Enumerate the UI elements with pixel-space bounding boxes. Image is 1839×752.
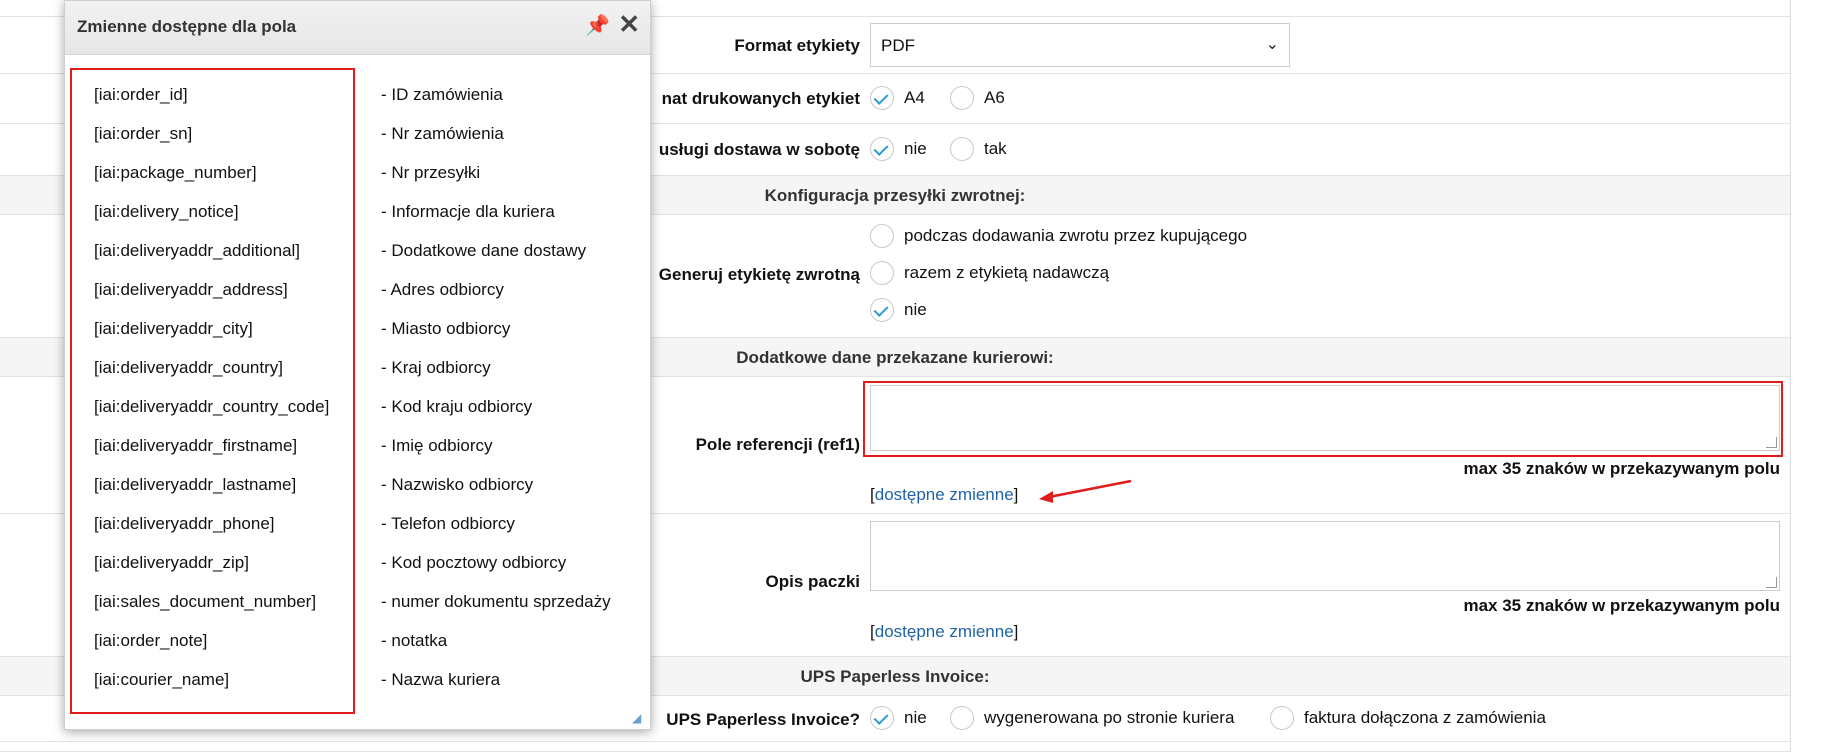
pin-icon[interactable]: 📌 [585,13,610,38]
variable-key[interactable]: [iai:deliveryaddr_phone] [94,514,275,534]
radio-unchecked-icon [950,86,974,110]
variable-description: - Kod kraju odbiorcy [381,397,533,416]
description-vars-anchor[interactable]: dostępne zmienne [875,622,1014,641]
radio-unchecked-icon [950,137,974,161]
reference-vars-link[interactable]: [dostępne zmienne] [870,485,1018,505]
variable-description: - notatka [381,631,448,650]
ups-label: UPS Paperless Invoice? [666,710,860,729]
variable-key[interactable]: [iai:order_sn] [94,124,192,144]
radio-ups-courier-label: wygenerowana po stronie kuriera [984,708,1235,727]
resize-handle-icon[interactable]: ◢ [632,711,644,725]
reference-max-note: max 35 znaków w przekazywanym polu [1463,459,1780,478]
reference-vars-anchor[interactable]: dostępne zmienne [875,485,1014,504]
radio-checked-icon [870,298,894,322]
radio-ups-attached[interactable]: faktura dołączona z zamówienia [1270,706,1546,730]
variable-key[interactable]: [iai:deliveryaddr_address] [94,280,288,300]
variable-key[interactable]: [iai:deliveryaddr_firstname] [94,436,297,456]
variable-description: - Adres odbiorcy [381,280,504,299]
variable-description: - Nr przesyłki [381,163,481,182]
radio-ups-no-label: nie [904,708,927,727]
variables-popup: Zmienne dostępne dla pola 📌 ✕ [iai:order… [64,0,651,730]
variable-description: - Nazwisko odbiorcy [381,475,534,494]
label-format-value: PDF [881,36,915,55]
label-format-select[interactable]: PDF ⌄ [870,23,1290,67]
variable-key[interactable]: [iai:deliveryaddr_zip] [94,553,249,573]
variable-description: - Telefon odbiorcy [381,514,515,533]
radio-unchecked-icon [870,224,894,248]
variable-key[interactable]: [iai:deliveryaddr_lastname] [94,475,296,495]
variable-key[interactable]: [iai:sales_document_number] [94,592,316,612]
variable-description: - Nazwa kuriera [381,670,501,689]
radio-a4[interactable]: A4 [870,86,925,110]
variable-key[interactable]: [iai:deliveryaddr_city] [94,319,253,339]
chevron-down-icon: ⌄ [1265,36,1279,53]
description-max-note: max 35 znaków w przekazywanym polu [1463,596,1780,615]
popup-title: Zmienne dostępne dla pola [77,17,297,36]
return-label: Generuj etykietę zwrotną [658,265,860,284]
description-textarea[interactable] [870,521,1780,591]
variable-description: - Dodatkowe dane dostawy [381,241,587,260]
description-label: Opis paczki [765,572,860,591]
variable-key[interactable]: [iai:deliveryaddr_additional] [94,241,300,261]
radio-ups-attached-label: faktura dołączona z zamówienia [1304,708,1546,727]
variable-description: - Imię odbiorcy [381,436,493,455]
variable-key[interactable]: [iai:package_number] [94,163,257,183]
radio-ups-no[interactable]: nie [870,706,927,730]
variable-description: - Informacje dla kuriera [381,202,555,221]
reference-label: Pole referencji (ref1) [695,435,860,454]
radio-unchecked-icon [950,706,974,730]
radio-return-with-label[interactable]: razem z etykietą nadawczą [870,261,1109,285]
variable-key[interactable]: [iai:delivery_notice] [94,202,239,222]
variable-description: - Nr zamówienia [381,124,504,143]
radio-a6[interactable]: A6 [950,86,1005,110]
radio-return-buyer[interactable]: podczas dodawania zwrotu przez kupująceg… [870,224,1247,248]
variable-description: - Kraj odbiorcy [381,358,491,377]
radio-checked-icon [870,137,894,161]
resize-grip-icon[interactable] [1766,577,1777,588]
radio-checked-icon [870,706,894,730]
radio-return-no[interactable]: nie [870,298,927,322]
variable-key[interactable]: [iai:order_id] [94,85,188,105]
radio-a4-label: A4 [904,88,925,107]
close-icon[interactable]: ✕ [618,9,640,40]
radio-saturday-no[interactable]: nie [870,137,927,161]
radio-ups-courier[interactable]: wygenerowana po stronie kuriera [950,706,1234,730]
radio-return-buyer-label: podczas dodawania zwrotu przez kupująceg… [904,226,1248,245]
row-bottom-partial [0,742,1790,752]
radio-a6-label: A6 [984,88,1005,107]
annotation-arrow-icon [1039,479,1132,503]
variable-key[interactable]: [iai:deliveryaddr_country] [94,358,283,378]
highlight-reference [863,381,1783,457]
variable-description: - ID zamówienia [381,85,503,104]
radio-unchecked-icon [870,261,894,285]
radio-return-no-label: nie [904,300,927,319]
radio-return-with-label-label: razem z etykietą nadawczą [904,263,1110,282]
popup-header[interactable]: Zmienne dostępne dla pola 📌 ✕ [65,1,650,55]
radio-saturday-yes[interactable]: tak [950,137,1007,161]
variable-description: - Kod pocztowy odbiorcy [381,553,567,572]
radio-saturday-no-label: nie [904,139,927,158]
label-format-label: Format etykiety [734,36,860,55]
variable-key[interactable]: [iai:deliveryaddr_country_code] [94,397,329,417]
variable-description: - numer dokumentu sprzedaży [381,592,611,611]
description-vars-link[interactable]: [dostępne zmienne] [870,622,1018,642]
variable-description: - Miasto odbiorcy [381,319,511,338]
variable-key[interactable]: [iai:courier_name] [94,670,229,690]
radio-unchecked-icon [1270,706,1294,730]
radio-saturday-yes-label: tak [984,139,1007,158]
radio-checked-icon [870,86,894,110]
print-format-label: nat drukowanych etykiet [661,89,860,108]
saturday-label: usługi dostawa w sobotę [658,140,860,159]
variable-key[interactable]: [iai:order_note] [94,631,207,651]
